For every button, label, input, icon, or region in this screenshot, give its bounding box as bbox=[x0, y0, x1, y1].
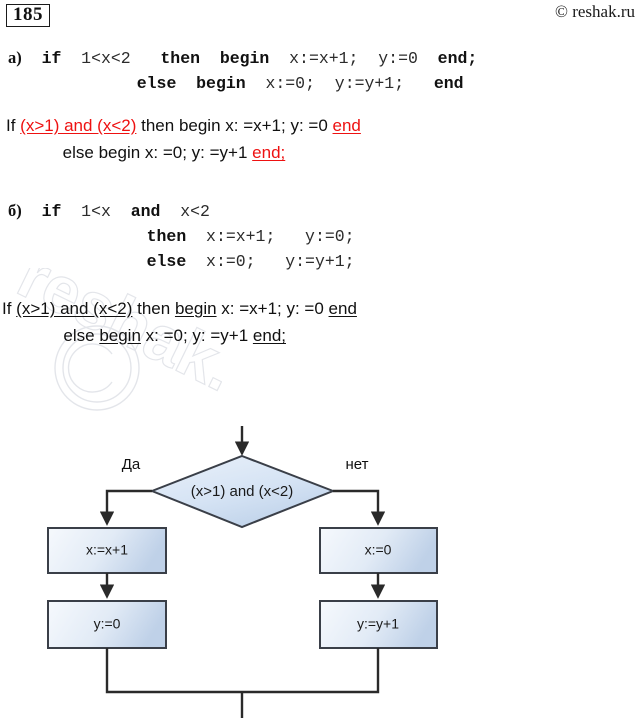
answer-b-l1-condition: (x>1) and (x<2) bbox=[16, 299, 133, 318]
answer-block-b: If (x>1) and (x<2) then begin x: =x+1; y… bbox=[2, 295, 357, 349]
task-label-a: a) bbox=[8, 48, 22, 67]
task-label-b: б) bbox=[8, 201, 22, 220]
pascal-listing-a: a) if 1<x<2 then begin x:=x+1; y:=0 end;… bbox=[8, 48, 478, 93]
answer-b-l1-then: then bbox=[132, 299, 175, 318]
answer-block-a: If (x>1) and (x<2) then begin x: =x+1; y… bbox=[6, 112, 361, 166]
exercise-number-badge: 185 bbox=[6, 4, 50, 27]
answer-a-l2-body: else begin x: =0; y: =y+1 bbox=[6, 143, 253, 162]
connector-no bbox=[333, 489, 386, 526]
branch-label-yes: Да bbox=[122, 456, 141, 473]
process-box-no-2-label: y:=y+1 bbox=[357, 616, 399, 632]
answer-a-l1-prefix: If bbox=[6, 116, 21, 135]
answer-a-l2-end: end; bbox=[252, 143, 286, 162]
answer-b-l1-begin: begin bbox=[174, 299, 217, 318]
connector-yes bbox=[99, 489, 152, 526]
connector-merge bbox=[105, 648, 380, 694]
answer-b-l2-end: end; bbox=[252, 326, 286, 345]
answer-b-l2-body: x: =0; y: =y+1 bbox=[140, 326, 253, 345]
pascal-listing-b: б) if 1<x and x<2 then x:=x+1; y:=0; els… bbox=[8, 201, 355, 271]
answer-a-l1-body: then begin x: =x+1; y: =0 bbox=[136, 116, 333, 135]
decision-condition-label: (x>1) and (x<2) bbox=[191, 483, 294, 500]
answer-b-l2-else: else bbox=[2, 326, 100, 345]
process-box-no-1-label: x:=0 bbox=[365, 542, 392, 558]
process-box-yes-1-label: x:=x+1 bbox=[86, 542, 128, 558]
answer-b-l1-end: end bbox=[328, 299, 357, 318]
process-box-yes-2-label: y:=0 bbox=[94, 616, 121, 632]
answer-a-l1-condition: (x>1) and (x<2) bbox=[20, 116, 137, 135]
branch-label-no: нет bbox=[346, 456, 369, 473]
copyright-watermark: © reshak.ru bbox=[555, 2, 635, 21]
answer-b-l2-begin: begin bbox=[99, 326, 141, 345]
answer-b-l1-prefix: If bbox=[2, 299, 17, 318]
answer-b-l1-body: x: =x+1; y: =0 bbox=[216, 299, 329, 318]
answer-a-l1-end: end bbox=[332, 116, 361, 135]
flowchart-diagram: (x>1) and (x<2) Да нет x:=x+1 x:=0 y:=0 … bbox=[47, 426, 438, 718]
